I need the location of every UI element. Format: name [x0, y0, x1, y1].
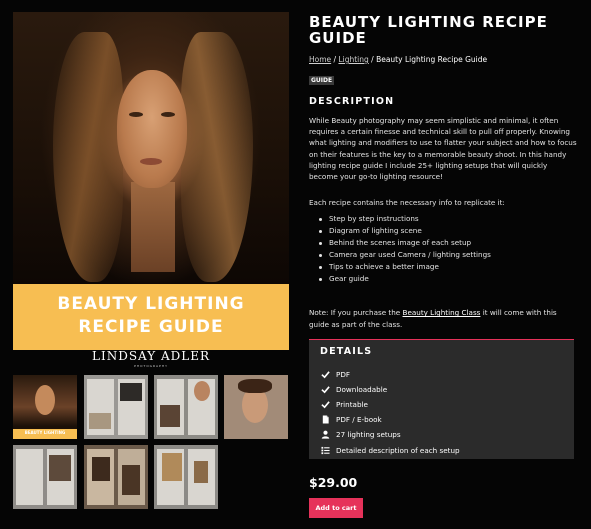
description-subheading: Each recipe contains the necessary info …	[309, 198, 505, 207]
list-item: Behind the scenes image of each setup	[317, 237, 491, 249]
details-panel: DETAILS PDF Downloadable Printable PDF /…	[309, 339, 574, 459]
cover-banner-title-line2: RECIPE GUIDE	[78, 317, 224, 337]
add-to-cart-button[interactable]: Add to cart	[309, 498, 363, 518]
purchase-note: Note: If you purchase the Beauty Lightin…	[309, 307, 577, 330]
list-item: Step by step instructions	[317, 213, 491, 225]
check-icon	[320, 400, 330, 410]
note-prefix: Note: If you purchase the	[309, 308, 403, 317]
category-tag[interactable]: GUIDE	[309, 76, 335, 85]
cover-banner-title-line1: BEAUTY LIGHTING	[57, 294, 245, 314]
user-icon	[320, 430, 330, 440]
details-item: Printable	[320, 397, 460, 412]
details-item-label: PDF	[336, 370, 351, 380]
check-icon	[320, 370, 330, 380]
details-item-label: Downloadable	[336, 385, 388, 395]
description-heading: DESCRIPTION	[309, 96, 395, 107]
thumbnail-6[interactable]	[84, 445, 148, 509]
breadcrumb-current: Beauty Lighting Recipe Guide	[376, 55, 488, 64]
details-item-label: PDF / E-book	[336, 415, 382, 425]
description-body: While Beauty photography may seem simpli…	[309, 116, 577, 182]
list-item: Tips to achieve a better image	[317, 261, 491, 273]
details-item: 27 lighting setups	[320, 427, 460, 442]
cover-photo	[13, 12, 289, 284]
details-list: PDF Downloadable Printable PDF / E-book …	[320, 367, 460, 458]
thumbnail-3[interactable]	[154, 375, 218, 439]
thumbnail-1[interactable]: BEAUTY LIGHTING	[13, 375, 77, 439]
details-item-label: 27 lighting setups	[336, 430, 401, 440]
breadcrumb-lighting-link[interactable]: Lighting	[338, 55, 368, 64]
breadcrumb-separator: /	[368, 55, 377, 64]
cover-brand-sub: PHOTOGRAPHY	[134, 364, 168, 368]
thumbnail-2[interactable]	[84, 375, 148, 439]
breadcrumb: Home / Lighting / Beauty Lighting Recipe…	[309, 55, 487, 64]
thumbnail-4[interactable]	[224, 375, 288, 439]
check-icon	[320, 385, 330, 395]
list-item: Camera gear used Camera / lighting setti…	[317, 249, 491, 261]
details-heading: DETAILS	[320, 346, 373, 357]
thumbnail-7[interactable]	[154, 445, 218, 509]
details-item-label: Printable	[336, 400, 368, 410]
details-item: PDF	[320, 367, 460, 382]
thumbnail-5[interactable]	[13, 445, 77, 509]
thumbnail-1-banner: BEAUTY LIGHTING	[24, 430, 66, 435]
list-icon	[320, 445, 330, 455]
breadcrumb-home-link[interactable]: Home	[309, 55, 331, 64]
cover-brand-logo: LINDSAY ADLER	[91, 349, 211, 363]
product-title: BEAUTY LIGHTING RECIPE GUIDE	[309, 13, 548, 47]
file-icon	[320, 415, 330, 425]
details-item: PDF / E-book	[320, 412, 460, 427]
details-item-label: Detailed description of each setup	[336, 445, 460, 455]
list-item: Diagram of lighting scene	[317, 225, 491, 237]
recipe-features-list: Step by step instructions Diagram of lig…	[317, 213, 491, 286]
details-item: Downloadable	[320, 382, 460, 397]
product-price: $29.00	[309, 475, 358, 490]
details-item: Detailed description of each setup	[320, 442, 460, 457]
beauty-lighting-class-link[interactable]: Beauty Lighting Class	[403, 308, 481, 317]
list-item: Gear guide	[317, 273, 491, 285]
